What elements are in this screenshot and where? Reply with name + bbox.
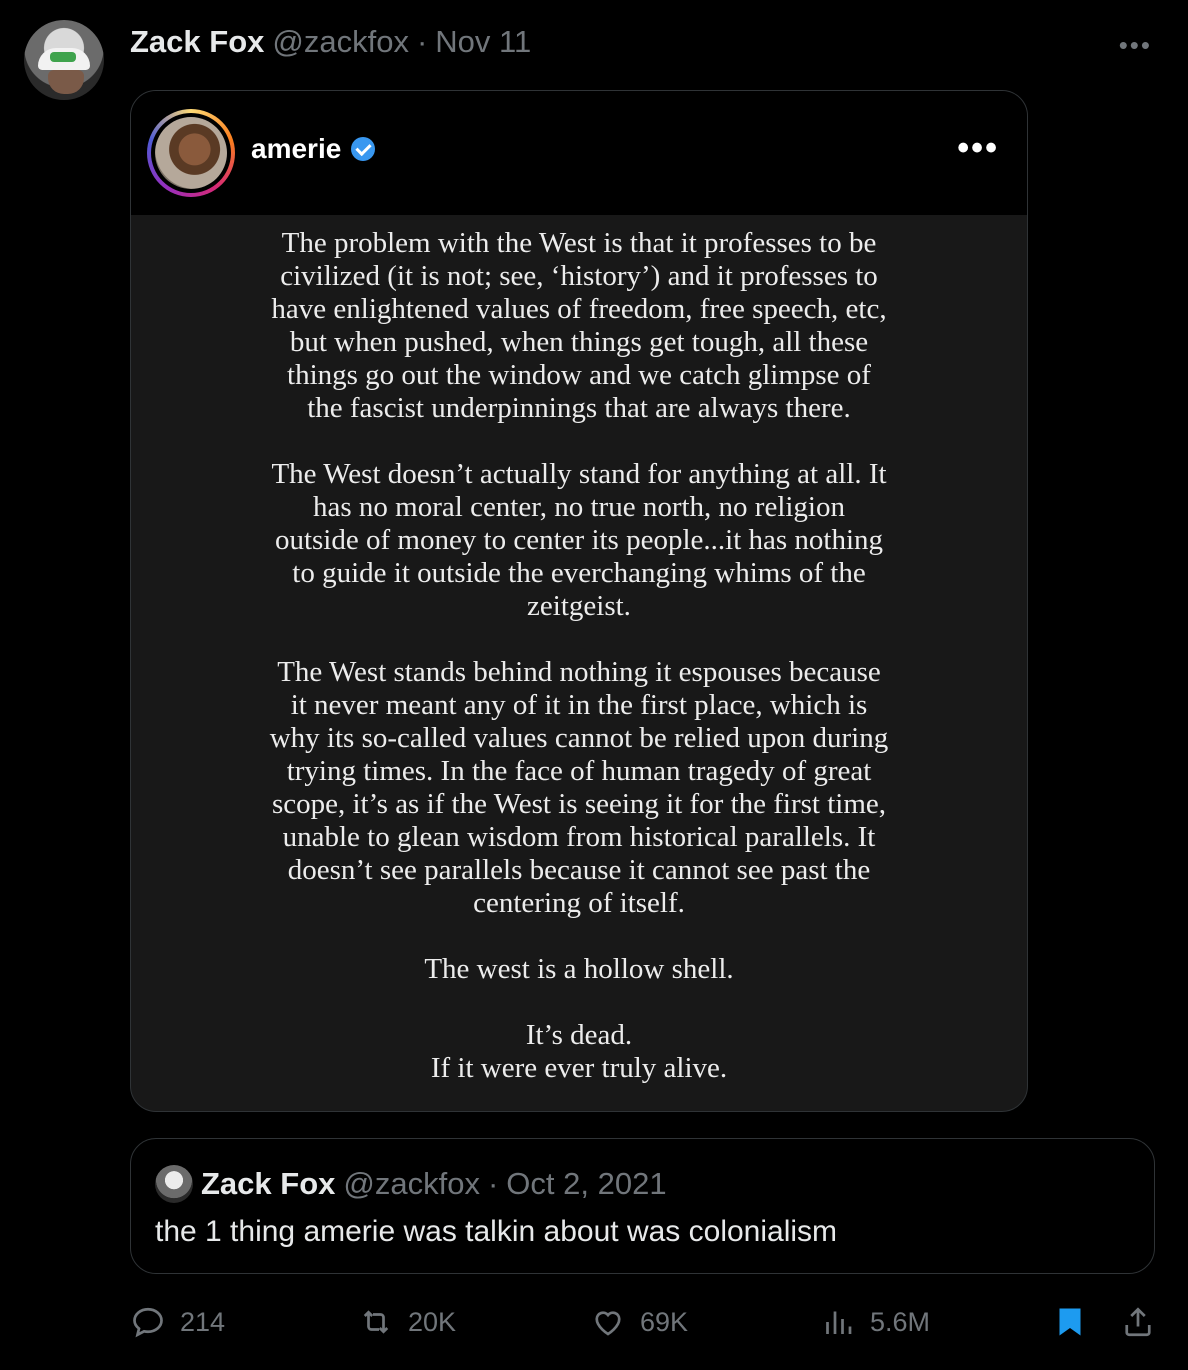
quoted-author-avatar	[155, 1165, 193, 1203]
author-name[interactable]: Zack Fox	[130, 24, 264, 60]
views-count: 5.6M	[870, 1306, 931, 1337]
ig-avatar	[155, 117, 227, 189]
verified-badge-icon	[351, 137, 376, 161]
like-count: 69K	[640, 1306, 689, 1337]
quoted-author-name: Zack Fox	[201, 1166, 336, 1201]
views-button[interactable]: 5.6M	[820, 1300, 930, 1344]
quoted-author-handle: @zackfox	[343, 1166, 480, 1201]
avatar-face	[48, 70, 84, 94]
ig-paragraph: It’s dead. If it were ever truly alive.	[430, 1019, 728, 1084]
avatar-cap	[38, 48, 90, 70]
reply-button[interactable]: 214	[130, 1300, 225, 1344]
share-icon	[1125, 1307, 1151, 1337]
ig-paragraph: The problem with the West is that it pro…	[271, 227, 887, 424]
attached-image[interactable]: amerie ••• The problem with the West is …	[130, 90, 1028, 1112]
retweet-count: 20K	[408, 1306, 457, 1337]
header-separator: ·	[416, 24, 428, 59]
quoted-separator: ·	[487, 1166, 499, 1201]
quoted-tweet-text: the 1 thing amerie was talkin about was …	[155, 1215, 838, 1248]
heart-icon	[595, 1311, 621, 1336]
reply-count: 214	[180, 1306, 226, 1337]
quoted-tweet-header: Zack Fox @zackfox · Oct 2, 2021	[155, 1165, 667, 1203]
like-button[interactable]: 69K	[590, 1300, 688, 1344]
action-bar: 214 20K 69K 5.6M	[130, 1300, 1160, 1344]
tweet-header: Zack Fox @zackfox · Nov 11	[130, 22, 531, 62]
quoted-date: Oct 2, 2021	[506, 1166, 667, 1201]
author-avatar[interactable]	[24, 20, 104, 100]
ig-user: amerie	[251, 133, 376, 165]
share-button[interactable]	[1120, 1300, 1156, 1344]
quoted-tweet[interactable]: Zack Fox @zackfox · Oct 2, 2021 the 1 th…	[130, 1138, 1155, 1274]
ig-paragraph: The west is a hollow shell.	[424, 953, 734, 985]
ig-story-ring	[147, 109, 235, 197]
ig-avatar-frame	[151, 113, 231, 193]
ig-paragraph: The West stands behind nothing it espous…	[269, 656, 889, 919]
more-options-icon[interactable]: •••	[1119, 30, 1152, 61]
bookmark-button[interactable]	[1052, 1300, 1088, 1344]
ig-post-header: amerie •••	[131, 91, 1027, 215]
ig-username: amerie	[251, 133, 342, 164]
ig-more-icon: •••	[957, 129, 999, 167]
ig-post-text: The problem with the West is that it pro…	[131, 215, 1027, 1085]
retweet-button[interactable]: 20K	[358, 1300, 456, 1344]
ig-paragraph: The West doesn’t actually stand for anyt…	[271, 458, 887, 622]
bookmark-icon	[1059, 1308, 1081, 1336]
retweet-icon	[363, 1310, 389, 1334]
author-handle[interactable]: @zackfox	[272, 24, 409, 60]
reply-icon	[133, 1307, 163, 1338]
views-chart-icon	[826, 1311, 852, 1334]
tweet-date[interactable]: Nov 11	[435, 24, 531, 60]
